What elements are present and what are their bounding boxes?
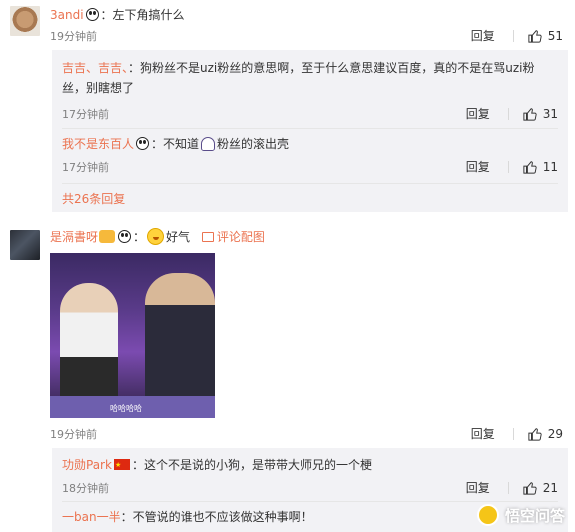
china-flag bbox=[113, 456, 130, 474]
timestamp: 19分钟前 bbox=[50, 30, 97, 43]
username-link[interactable]: 吉吉、吉吉、 bbox=[62, 61, 128, 75]
reply-content: 吉吉、吉吉、：狗粉丝不是uzi粉丝的意思啊，至于什么意思建议百度，真的不是在骂u… bbox=[62, 58, 558, 98]
reply-button[interactable]: 回复 bbox=[466, 479, 490, 496]
comment-header: 是滆書呀：好气 评论配图 bbox=[50, 228, 265, 245]
divider bbox=[62, 128, 558, 129]
thumb-up-icon[interactable] bbox=[528, 29, 542, 43]
divider bbox=[512, 427, 514, 440]
reply-text: ：这个不是说的小狗，是带带大师兄的一个梗 bbox=[131, 458, 372, 472]
comment-image-link[interactable]: 评论配图 bbox=[201, 230, 265, 244]
thumb-up-icon[interactable] bbox=[523, 160, 537, 174]
thumb-up-icon[interactable] bbox=[523, 107, 537, 121]
reply-item: 我不是东百人 ：不知道 粉丝的滚出壳 17分钟前 回复 11 bbox=[62, 135, 558, 185]
like-count: 51 bbox=[547, 28, 563, 43]
reply-item: 吉吉、吉吉、：狗粉丝不是uzi粉丝的意思啊，至于什么意思建议百度，真的不是在骂u… bbox=[62, 58, 558, 128]
comment-actions: 回复 51 bbox=[471, 27, 563, 44]
username-link[interactable]: 3andi bbox=[50, 8, 84, 22]
ghost-emoji bbox=[201, 137, 216, 151]
panda-emoji bbox=[136, 137, 150, 150]
crown-emoji bbox=[99, 230, 116, 243]
comment-header: 3andi ：左下角搞什么 bbox=[50, 6, 185, 23]
username-link[interactable]: 一ban一半 bbox=[62, 510, 121, 524]
reply-content: 功勋Park ：这个不是说的小狗，是带带大师兄的一个梗 bbox=[62, 456, 558, 474]
reply-content: 我不是东百人 ：不知道 粉丝的滚出壳 bbox=[62, 135, 558, 153]
reply-text: ：不管说的谁也不应该做这种事啊！ bbox=[120, 510, 313, 524]
reply-box: 吉吉、吉吉、：狗粉丝不是uzi粉丝的意思啊，至于什么意思建议百度，真的不是在骂u… bbox=[52, 50, 568, 212]
avatar[interactable] bbox=[10, 230, 40, 260]
divider bbox=[507, 160, 509, 173]
reply-actions: 回复 11 bbox=[466, 158, 558, 175]
thumb-up-icon[interactable] bbox=[523, 481, 537, 495]
like-count: 31 bbox=[542, 106, 558, 121]
divider bbox=[507, 481, 509, 494]
username-link[interactable]: 我不是东百人 bbox=[62, 137, 134, 151]
more-replies-link[interactable]: 共26条回复 bbox=[62, 190, 125, 207]
like-count: 11 bbox=[542, 159, 558, 174]
like-count: 29 bbox=[547, 426, 563, 441]
panda-emoji bbox=[118, 230, 132, 243]
divider bbox=[62, 501, 558, 502]
panda-emoji bbox=[85, 8, 99, 21]
reply-button[interactable]: 回复 bbox=[471, 27, 495, 44]
timestamp: 17分钟前 bbox=[62, 161, 109, 174]
picture-icon bbox=[201, 232, 214, 242]
timestamp: 17分钟前 bbox=[62, 108, 109, 121]
reply-button[interactable]: 回复 bbox=[466, 105, 490, 122]
reply-actions: 回复 21 bbox=[466, 479, 558, 496]
username-link[interactable]: 是滆書呀 bbox=[50, 230, 98, 244]
reply-text: ：不知道 bbox=[151, 137, 200, 151]
stage-logo: 哈哈哈哈 bbox=[110, 404, 142, 413]
avatar[interactable] bbox=[10, 6, 40, 36]
timestamp: 19分钟前 bbox=[50, 428, 97, 441]
username-link[interactable]: 功勋Park bbox=[62, 458, 112, 472]
reply-text-tail: 粉丝的滚出壳 bbox=[217, 137, 290, 151]
comment-image-link-label: 评论配图 bbox=[216, 230, 265, 244]
divider bbox=[62, 183, 558, 184]
comment-image[interactable]: 哈哈哈哈 bbox=[50, 253, 215, 418]
timestamp: 18分钟前 bbox=[62, 482, 109, 495]
reply-actions: 回复 31 bbox=[466, 105, 558, 122]
comment-actions: 回复 29 bbox=[471, 425, 563, 442]
reply-item: 功勋Park ：这个不是说的小狗，是带带大师兄的一个梗 18分钟前 回复 21 bbox=[62, 456, 558, 500]
comment-text: ：左下角搞什么 bbox=[100, 8, 185, 22]
comment-text: 好气 bbox=[166, 230, 191, 244]
grin-emoji bbox=[147, 228, 165, 245]
watermark: 悟空问答 bbox=[476, 504, 565, 526]
divider bbox=[507, 107, 509, 120]
watermark-text: 悟空问答 bbox=[504, 506, 565, 525]
thumb-up-icon[interactable] bbox=[528, 427, 542, 441]
reply-text: ：狗粉丝不是uzi粉丝的意思啊，至于什么意思建议百度，真的不是在骂uzi粉丝，别… bbox=[62, 61, 535, 95]
reply-button[interactable]: 回复 bbox=[466, 158, 490, 175]
like-count: 21 bbox=[542, 480, 558, 495]
wukong-logo-icon bbox=[476, 504, 499, 526]
divider bbox=[512, 29, 514, 42]
reply-button[interactable]: 回复 bbox=[471, 425, 495, 442]
comment-1: 3andi ：左下角搞什么 19分钟前 回复 51 吉吉、吉吉、：狗粉丝不是uzi… bbox=[0, 0, 575, 212]
